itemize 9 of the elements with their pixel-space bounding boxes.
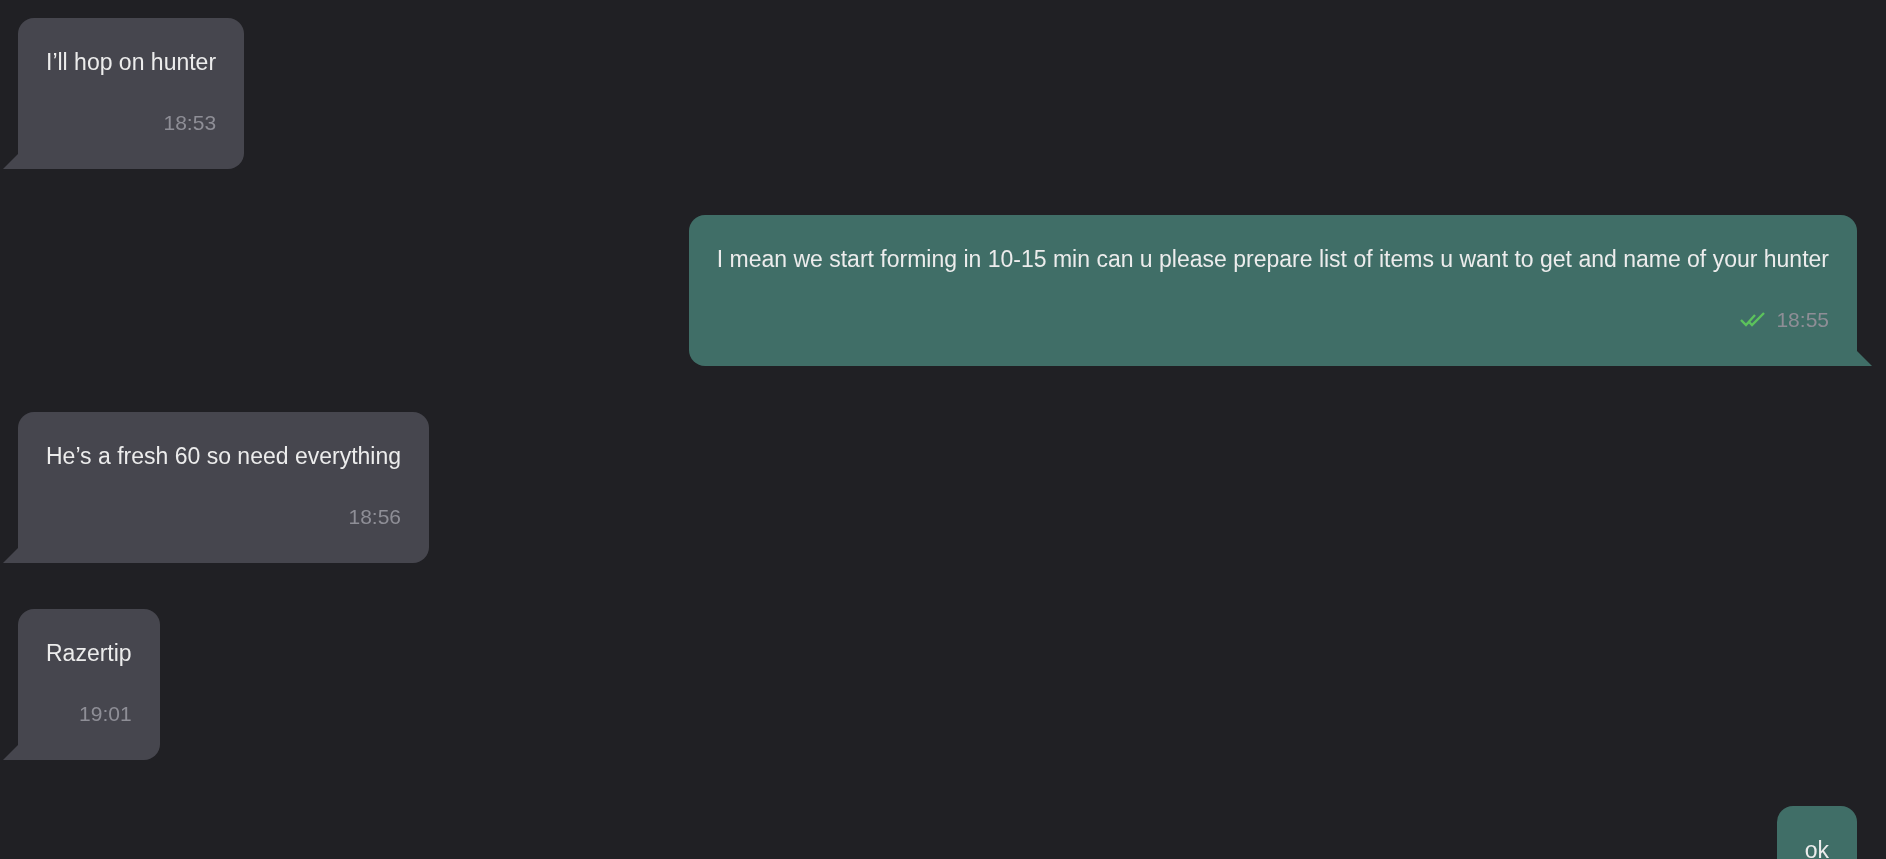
message-text: He’s a fresh 60 so need everything bbox=[46, 442, 402, 471]
message-time: 19:01 bbox=[79, 701, 132, 727]
message-text: ok bbox=[1804, 836, 1829, 859]
message-text: I mean we start forming in 10-15 min can u please prepare list of items u want to get and name of your hunter bbox=[716, 245, 1829, 274]
message-time: 18:55 bbox=[1776, 307, 1829, 333]
message-time: 18:56 bbox=[348, 504, 402, 530]
message-text: Razertip bbox=[46, 639, 132, 668]
message-text: I’ll hop on hunter bbox=[46, 48, 217, 77]
message-time: 18:53 bbox=[163, 110, 217, 136]
